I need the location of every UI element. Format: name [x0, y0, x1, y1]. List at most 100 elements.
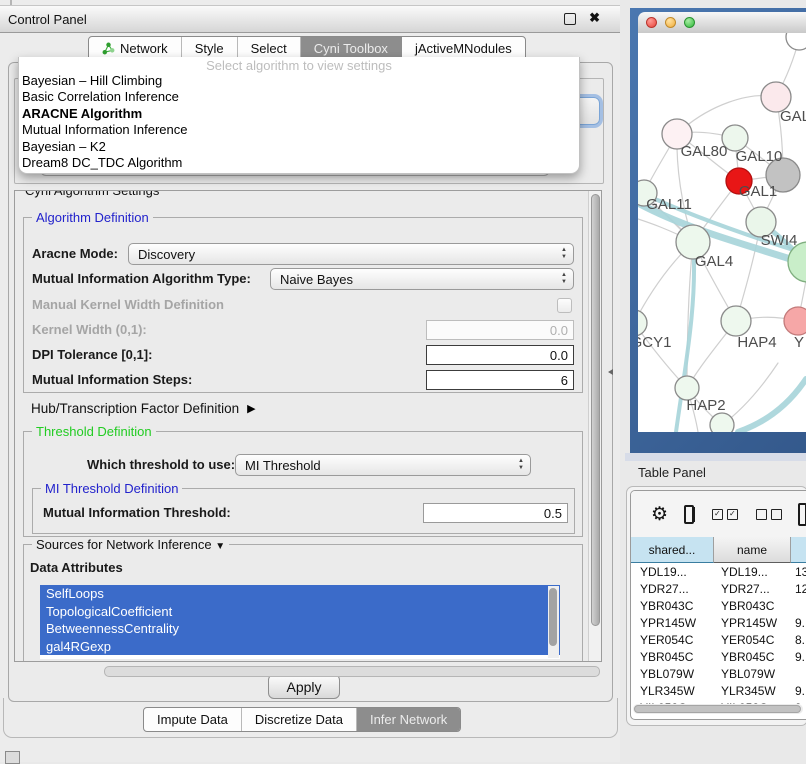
table-row[interactable]: YER054CYER054C8. [631, 632, 806, 649]
close-icon[interactable]: ✖ [589, 10, 600, 26]
manual-kernel-checkbox [557, 298, 572, 313]
network-node-y[interactable] [784, 307, 806, 335]
sources-group: Sources for Network Inference ▼ Data Att… [23, 544, 583, 662]
manual-kernel-label: Manual Kernel Width Definition [32, 294, 224, 316]
column-header[interactable]: shared... [631, 537, 714, 563]
network-window-titlebar[interactable] [638, 12, 806, 34]
minimize-traffic-light-icon[interactable] [665, 17, 676, 28]
mi-steps-field[interactable]: 6 [426, 370, 574, 390]
data-attribute-item[interactable]: TopologicalCoefficient [40, 603, 560, 621]
tab-label: jActiveMNodules [415, 41, 512, 56]
network-node[interactable] [710, 413, 734, 432]
aracne-mode-label: Aracne Mode: [32, 243, 118, 265]
table-row[interactable]: YDR27...YDR27...12 [631, 581, 806, 598]
table-row[interactable]: YBR045CYBR045C9. [631, 649, 806, 666]
mi-type-value: Naive Bayes [280, 272, 353, 287]
expand-right-icon: ▶ [247, 402, 255, 415]
table-panel-title: Table Panel [638, 465, 706, 480]
data-attribute-item[interactable]: SelfLoops [40, 585, 560, 603]
which-threshold-combo[interactable]: MI Threshold ▲▼ [235, 454, 531, 476]
gear-icon[interactable]: ⚙ [651, 503, 668, 526]
algorithm-popup-placeholder: Select algorithm to view settings [19, 58, 579, 73]
hub-definition-label: Hub/Transcription Factor Definition [31, 401, 239, 416]
algorithm-option[interactable]: Basic Correlation Inference [19, 89, 579, 105]
table-cell [791, 666, 806, 683]
table-cell: YDL19... [714, 564, 791, 581]
table-cell: YLR345W [631, 683, 714, 700]
mi-threshold-field[interactable]: 0.5 [423, 503, 568, 523]
table-cell: YBR043C [714, 598, 791, 615]
collapse-down-icon: ▼ [215, 541, 225, 552]
which-threshold-value: MI Threshold [245, 458, 321, 473]
network-node-label: GAL10 [736, 148, 783, 165]
network-node[interactable] [786, 33, 806, 50]
table-row[interactable]: YBR043CYBR043C [631, 598, 806, 615]
zoom-traffic-light-icon[interactable] [684, 17, 695, 28]
kernel-width-field: 0.0 [426, 320, 574, 340]
float-window-icon[interactable] [564, 13, 576, 25]
mi-threshold-value: 0.5 [544, 506, 562, 521]
close-traffic-light-icon[interactable] [646, 17, 657, 28]
tab-discretize-data[interactable]: Discretize Data [242, 708, 357, 731]
select-all-columns-icon[interactable]: ✓✓ [712, 509, 738, 520]
page-icon[interactable] [798, 503, 806, 526]
table-cell: 13 [791, 564, 806, 581]
table-row[interactable]: YDL19...YDL19...13 [631, 564, 806, 581]
kernel-width-value: 0.0 [550, 323, 568, 338]
apply-button[interactable]: Apply [268, 674, 340, 699]
settings-horizontal-scrollbar[interactable] [104, 666, 600, 677]
column-header[interactable]: name [714, 537, 791, 563]
network-canvas-svg[interactable]: GALGAL80GAL10GAL1GAL11SWI4GAL4GCY1HAP4YH… [638, 33, 806, 432]
data-attribute-item[interactable]: gal4RGexp [40, 638, 560, 656]
table-cell: YER054C [631, 632, 714, 649]
data-attributes-items: SelfLoopsTopologicalCoefficientBetweenne… [40, 585, 560, 655]
network-view[interactable]: GALGAL80GAL10GAL1GAL11SWI4GAL4GCY1HAP4YH… [638, 33, 806, 432]
network-node-hap4[interactable] [721, 306, 751, 336]
network-node-gcy1[interactable] [638, 310, 647, 336]
algorithm-option[interactable]: Mutual Information Inference [19, 122, 579, 138]
deselect-all-columns-icon[interactable] [756, 509, 782, 520]
table-horizontal-scrollbar[interactable] [633, 704, 803, 714]
dock-panel-icon[interactable] [5, 751, 20, 764]
aracne-mode-combo[interactable]: Discovery ▲▼ [128, 243, 574, 265]
mi-type-combo[interactable]: Naive Bayes ▲▼ [270, 268, 574, 290]
dpi-tolerance-field[interactable]: 0.0 [426, 345, 574, 365]
algorithm-option[interactable]: Bayesian – Hill Climbing [19, 73, 579, 89]
settings-panel-title: Cyni Algorithm Settings [21, 190, 163, 198]
table-cell: YBR045C [631, 649, 714, 666]
mi-threshold-label: Mutual Information Threshold: [43, 502, 231, 524]
attributes-scrollbar[interactable] [548, 586, 559, 658]
settings-vertical-scrollbar[interactable] [588, 191, 601, 661]
tab-impute-data[interactable]: Impute Data [144, 708, 242, 731]
dpi-tolerance-value: 0.0 [550, 348, 568, 363]
threshold-definition-group: Threshold Definition Which threshold to … [23, 431, 583, 537]
dock-separator [625, 453, 806, 461]
table-cell: YER054C [714, 632, 791, 649]
table-cell [791, 598, 806, 615]
algorithm-option[interactable]: ARACNE Algorithm [19, 106, 579, 122]
table-row[interactable]: YLR345WYLR345W9. [631, 683, 806, 700]
table-row[interactable]: YBL079WYBL079W [631, 666, 806, 683]
table-row[interactable]: YPR145WYPR145W9. [631, 615, 806, 632]
table-cell: 8. [791, 632, 806, 649]
apply-button-label: Apply [286, 679, 321, 695]
algorithm-option[interactable]: Bayesian – K2 [19, 139, 579, 155]
algorithm-option[interactable]: Dream8 DC_TDC Algorithm [19, 155, 579, 171]
tab-label: Discretize Data [255, 712, 343, 727]
network-node-label: GCY1 [638, 334, 671, 351]
data-attributes-list[interactable]: SelfLoopsTopologicalCoefficientBetweenne… [40, 585, 560, 659]
table-cell: YPR145W [714, 615, 791, 632]
algorithm-definition-group: Algorithm Definition Aracne Mode: Discov… [23, 217, 583, 393]
table-cell: YDR27... [714, 581, 791, 598]
columns-icon[interactable] [684, 505, 694, 524]
data-attribute-item[interactable]: BetweennessCentrality [40, 620, 560, 638]
stepper-arrows-icon: ▲▼ [561, 247, 567, 261]
tab-infer-network[interactable]: Infer Network [357, 708, 460, 731]
table-cell: YBR043C [631, 598, 714, 615]
table-toolbar: ⚙ ✓✓ [631, 491, 806, 537]
sources-title[interactable]: Sources for Network Inference ▼ [32, 537, 229, 552]
split-pane-collapse-icon[interactable] [608, 369, 613, 375]
column-header[interactable] [791, 537, 806, 563]
hub-definition-section[interactable]: Hub/Transcription Factor Definition ▶ [31, 401, 256, 416]
control-panel-titlebar[interactable]: Control Panel ✖ [0, 5, 620, 33]
